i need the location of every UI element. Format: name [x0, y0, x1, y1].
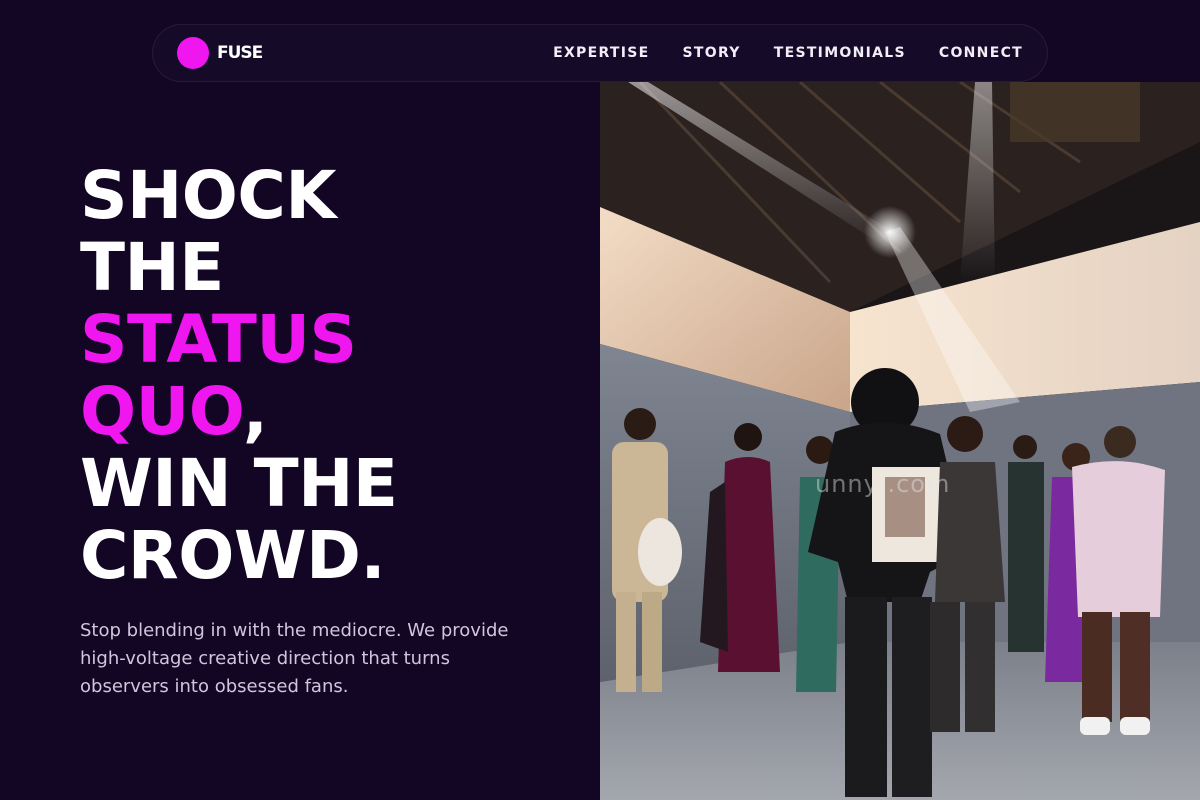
nav-link-connect[interactable]: CONNECT — [939, 45, 1023, 61]
nav-link-testimonials[interactable]: TESTIMONIALS — [774, 45, 906, 61]
headline-line-3: STATUS — [80, 301, 357, 378]
brand-dot-icon — [177, 37, 209, 69]
landing-page: FUSE EXPERTISE STORY TESTIMONIALS CONNEC… — [0, 0, 1200, 800]
nav-link-story[interactable]: STORY — [683, 45, 741, 61]
headline-line-4: QUO, — [80, 376, 397, 448]
nav-links: EXPERTISE STORY TESTIMONIALS CONNECT — [553, 45, 1023, 61]
hero-headline: SHOCK THE STATUS QUO, WIN THE CROWD. — [80, 157, 398, 594]
photo-watermark: unny .com — [815, 470, 951, 498]
headline-line-6: CROWD. — [80, 517, 386, 594]
brand-logo[interactable]: FUSE — [177, 37, 263, 69]
nav-link-expertise[interactable]: EXPERTISE — [553, 45, 649, 61]
headline-line-2: THE — [80, 229, 224, 306]
hero-photo: unny .com — [600, 82, 1200, 800]
hero-subtext: Stop blending in with the mediocre. We p… — [80, 620, 509, 697]
headline-comma: , — [242, 373, 268, 450]
headline-accent-quo: QUO — [80, 373, 243, 450]
hero-photo-illustration — [600, 82, 1200, 800]
navbar: FUSE EXPERTISE STORY TESTIMONIALS CONNEC… — [152, 24, 1048, 82]
headline-line-5: WIN THE — [80, 445, 398, 522]
headline-line-1: SHOCK — [80, 157, 336, 234]
brand-name: FUSE — [217, 43, 263, 63]
